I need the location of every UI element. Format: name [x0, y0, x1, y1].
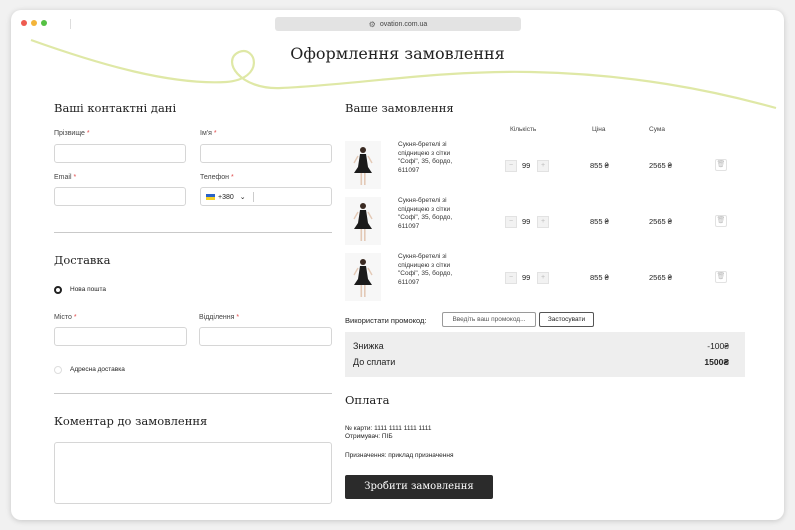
qty-increase-button[interactable]: +: [537, 160, 549, 172]
discount-label: Знижка: [353, 341, 384, 351]
total-label: До сплати: [353, 357, 396, 367]
qty-increase-button[interactable]: +: [537, 216, 549, 228]
address-bar[interactable]: ⚙ ovation.com.ua: [275, 17, 521, 31]
site-settings-icon: ⚙: [368, 19, 376, 29]
phone-code: +380: [218, 193, 234, 201]
comment-textarea[interactable]: [54, 442, 332, 504]
browser-window: ⚙ ovation.com.ua Оформлення замовлення В…: [11, 10, 784, 520]
trash-icon[interactable]: 🗑: [715, 159, 727, 171]
comment-heading: Коментар до замовлення: [54, 414, 208, 428]
toolbar-divider: [70, 19, 71, 29]
item-price: 855 ₴: [590, 161, 609, 170]
product-name[interactable]: Сукня-бретелі зі спідницею з сітки "Софі…: [398, 197, 462, 232]
section-divider: [54, 393, 332, 394]
promo-label: Використати промокод:: [345, 316, 427, 325]
email-input[interactable]: [54, 187, 186, 206]
promo-input[interactable]: Введіть ваш промокод...: [442, 312, 536, 327]
discount-value: -100₴: [707, 341, 729, 351]
maximize-dot-icon[interactable]: [41, 20, 47, 26]
payment-heading: Оплата: [345, 393, 390, 407]
section-divider: [54, 232, 332, 233]
order-heading: Ваше замовлення: [345, 101, 454, 115]
branch-input[interactable]: [199, 327, 332, 346]
close-dot-icon[interactable]: [21, 20, 27, 26]
ukraine-flag-icon: [206, 194, 215, 200]
product-image[interactable]: [345, 253, 381, 301]
surname-input[interactable]: [54, 144, 186, 163]
col-qty-header: Кількість: [510, 126, 537, 133]
address-delivery-label: Адресна доставка: [70, 366, 125, 373]
col-sum-header: Сума: [649, 126, 665, 133]
qty-value[interactable]: 99: [522, 161, 530, 170]
city-label: Місто *: [54, 314, 77, 321]
product-name[interactable]: Сукня-бретелі зі спідницею з сітки "Софі…: [398, 141, 462, 176]
phone-country-select[interactable]: +380 ⌄: [206, 192, 254, 202]
qty-value[interactable]: 99: [522, 273, 530, 282]
qty-decrease-button[interactable]: −: [505, 216, 517, 228]
product-name[interactable]: Сукня-бретелі зі спідницею з сітки "Софі…: [398, 253, 462, 288]
qty-decrease-button[interactable]: −: [505, 272, 517, 284]
item-sum: 2565 ₴: [649, 217, 672, 226]
minimize-dot-icon[interactable]: [31, 20, 37, 26]
page-title: Оформлення замовлення: [290, 44, 505, 63]
radio-address-delivery[interactable]: [54, 366, 62, 374]
phone-separator: [252, 192, 254, 202]
branch-label: Відділення *: [199, 314, 240, 321]
item-sum: 2565 ₴: [649, 273, 672, 282]
phone-label: Телефон *: [200, 174, 234, 181]
col-price-header: Ціна: [592, 126, 606, 133]
address-bar-url: ovation.com.ua: [379, 20, 428, 28]
chevron-down-icon: ⌄: [239, 194, 246, 201]
city-input[interactable]: [54, 327, 187, 346]
promo-apply-button[interactable]: Застосувати: [539, 312, 594, 327]
window-controls: [21, 20, 47, 26]
submit-order-button[interactable]: Зробити замовлення: [345, 475, 493, 499]
delivery-heading: Доставка: [54, 253, 111, 267]
surname-label: Прізвище *: [54, 130, 90, 137]
order-totals: Знижка -100₴ До сплати 1500₴: [345, 332, 745, 377]
trash-icon[interactable]: 🗑: [715, 215, 727, 227]
qty-value[interactable]: 99: [522, 217, 530, 226]
purpose-text: Призначення: приклад призначення: [345, 452, 454, 459]
card-number-text: № карти: 1111 1111 1111 1111: [345, 425, 432, 432]
item-price: 855 ₴: [590, 273, 609, 282]
radio-nova-poshta[interactable]: [54, 286, 62, 294]
phone-input[interactable]: +380 ⌄: [200, 187, 332, 206]
name-label: Ім'я *: [200, 130, 217, 137]
product-image[interactable]: [345, 141, 381, 189]
trash-icon[interactable]: 🗑: [715, 271, 727, 283]
email-label: Email *: [54, 174, 77, 181]
recipient-text: Отримувач: ПІБ: [345, 433, 393, 440]
contact-heading: Ваші контактні дані: [54, 101, 177, 115]
item-price: 855 ₴: [590, 217, 609, 226]
total-value: 1500₴: [704, 357, 729, 367]
nova-poshta-label: Нова пошта: [70, 286, 106, 293]
qty-decrease-button[interactable]: −: [505, 160, 517, 172]
qty-increase-button[interactable]: +: [537, 272, 549, 284]
item-sum: 2565 ₴: [649, 161, 672, 170]
name-input[interactable]: [200, 144, 332, 163]
product-image[interactable]: [345, 197, 381, 245]
